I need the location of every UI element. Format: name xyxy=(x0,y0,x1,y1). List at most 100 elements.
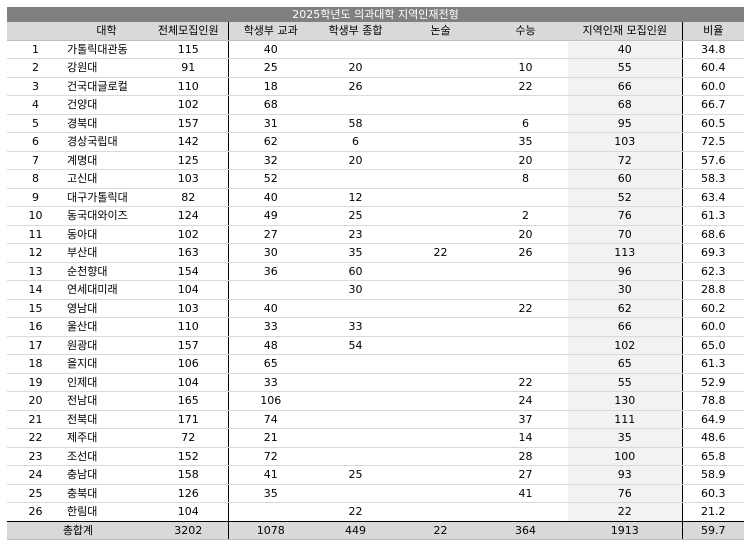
cell-school-record-grades[interactable]: 21 xyxy=(227,428,313,448)
cell-ratio[interactable]: 57.6 xyxy=(682,151,744,170)
cell-csat[interactable]: 20 xyxy=(483,151,568,170)
cell-total-quota[interactable]: 171 xyxy=(149,410,228,429)
cell-school-record-comprehensive[interactable] xyxy=(313,169,398,189)
cell-school-record-comprehensive[interactable]: 20 xyxy=(313,58,398,78)
header-cell-ratio[interactable]: 비율 xyxy=(682,22,744,41)
cell-index[interactable]: 11 xyxy=(7,225,64,244)
cell-school-record-grades[interactable]: 31 xyxy=(227,114,313,133)
cell-university[interactable]: 건국대글로컬 xyxy=(64,77,149,96)
cell-essay[interactable] xyxy=(398,262,483,281)
cell-essay[interactable] xyxy=(398,410,483,429)
cell-csat[interactable]: 26 xyxy=(483,243,568,263)
cell-school-record-grades[interactable]: 27 xyxy=(227,225,313,244)
cell-index[interactable]: 4 xyxy=(7,95,64,115)
cell-total-quota[interactable]: 158 xyxy=(149,465,228,485)
cell-regional-quota[interactable]: 66 xyxy=(568,317,683,337)
cell-total-quota[interactable]: 142 xyxy=(149,132,228,152)
header-cell-regional-quota[interactable]: 지역인재 모집인원 xyxy=(568,22,683,41)
cell-index[interactable]: 23 xyxy=(7,447,64,466)
cell-school-record-comprehensive[interactable] xyxy=(313,428,398,448)
cell-ratio[interactable]: 63.4 xyxy=(682,188,744,207)
header-cell-csat[interactable]: 수능 xyxy=(483,22,568,41)
header-cell-index[interactable] xyxy=(7,22,64,41)
cell-csat[interactable]: 20 xyxy=(483,225,568,244)
cell-school-record-grades[interactable]: 35 xyxy=(227,484,313,503)
cell-university[interactable]: 전북대 xyxy=(64,410,149,429)
cell-university[interactable]: 충남대 xyxy=(64,465,149,485)
header-cell-university[interactable]: 대학 xyxy=(64,22,149,41)
cell-csat[interactable] xyxy=(483,280,568,300)
cell-school-record-comprehensive[interactable] xyxy=(313,484,398,503)
cell-school-record-comprehensive[interactable]: 25 xyxy=(313,206,398,226)
cell-ratio[interactable]: 66.7 xyxy=(682,95,744,115)
cell-regional-quota[interactable]: 103 xyxy=(568,132,683,152)
cell-index[interactable]: 16 xyxy=(7,317,64,337)
cell-regional-quota[interactable]: 66 xyxy=(568,77,683,96)
cell-essay[interactable] xyxy=(398,206,483,226)
cell-university[interactable]: 경북대 xyxy=(64,114,149,133)
cell-index[interactable]: 14 xyxy=(7,280,64,300)
cell-regional-quota[interactable]: 111 xyxy=(568,410,683,429)
cell-essay[interactable] xyxy=(398,114,483,133)
cell-regional-quota[interactable]: 22 xyxy=(568,502,683,522)
header-cell-school-record-grades[interactable]: 학생부 교과 xyxy=(227,22,313,41)
cell-csat[interactable]: 22 xyxy=(483,77,568,96)
cell-school-record-grades[interactable]: 106 xyxy=(227,391,313,411)
cell-school-record-grades[interactable]: 65 xyxy=(227,354,313,374)
cell-total-quota[interactable]: 72 xyxy=(149,428,228,448)
cell-total-quota[interactable]: 110 xyxy=(149,77,228,96)
cell-essay[interactable] xyxy=(398,95,483,115)
cell-total-quota[interactable]: 125 xyxy=(149,151,228,170)
cell-ratio[interactable]: 28.8 xyxy=(682,280,744,300)
header-cell-school-record-comprehensive[interactable]: 학생부 종합 xyxy=(313,22,398,41)
cell-school-record-grades[interactable]: 40 xyxy=(227,188,313,207)
cell-school-record-grades[interactable]: 74 xyxy=(227,410,313,429)
cell-school-record-comprehensive[interactable]: 23 xyxy=(313,225,398,244)
cell-essay[interactable] xyxy=(398,280,483,300)
cell-ratio[interactable]: 34.8 xyxy=(682,40,744,59)
cell-regional-quota[interactable]: 102 xyxy=(568,336,683,355)
cell-school-record-grades[interactable]: 40 xyxy=(227,40,313,59)
cell-regional-quota[interactable]: 93 xyxy=(568,465,683,485)
cell-csat[interactable] xyxy=(483,336,568,355)
cell-total-quota[interactable]: 157 xyxy=(149,336,228,355)
cell-ratio[interactable]: 60.3 xyxy=(682,484,744,503)
cell-csat[interactable]: 8 xyxy=(483,169,568,189)
total-cell-school-record-grades[interactable]: 1078 xyxy=(227,521,313,540)
cell-csat[interactable]: 6 xyxy=(483,114,568,133)
cell-total-quota[interactable]: 165 xyxy=(149,391,228,411)
cell-school-record-comprehensive[interactable] xyxy=(313,391,398,411)
cell-school-record-comprehensive[interactable]: 33 xyxy=(313,317,398,337)
cell-index[interactable]: 24 xyxy=(7,465,64,485)
cell-school-record-grades[interactable]: 68 xyxy=(227,95,313,115)
cell-regional-quota[interactable]: 70 xyxy=(568,225,683,244)
cell-university[interactable]: 가톨릭대관동 xyxy=(64,40,149,59)
cell-total-quota[interactable]: 104 xyxy=(149,280,228,300)
cell-index[interactable]: 18 xyxy=(7,354,64,374)
cell-index[interactable]: 25 xyxy=(7,484,64,503)
cell-csat[interactable]: 28 xyxy=(483,447,568,466)
cell-school-record-comprehensive[interactable]: 58 xyxy=(313,114,398,133)
cell-school-record-comprehensive[interactable] xyxy=(313,299,398,318)
cell-index[interactable]: 2 xyxy=(7,58,64,78)
cell-school-record-grades[interactable]: 32 xyxy=(227,151,313,170)
cell-essay[interactable] xyxy=(398,299,483,318)
cell-school-record-comprehensive[interactable]: 25 xyxy=(313,465,398,485)
cell-university[interactable]: 조선대 xyxy=(64,447,149,466)
cell-school-record-grades[interactable]: 62 xyxy=(227,132,313,152)
cell-total-quota[interactable]: 110 xyxy=(149,317,228,337)
total-cell-csat[interactable]: 364 xyxy=(483,521,568,540)
cell-university[interactable]: 원광대 xyxy=(64,336,149,355)
cell-school-record-comprehensive[interactable]: 54 xyxy=(313,336,398,355)
cell-school-record-comprehensive[interactable] xyxy=(313,410,398,429)
cell-ratio[interactable]: 52.9 xyxy=(682,373,744,392)
cell-total-quota[interactable]: 103 xyxy=(149,299,228,318)
cell-total-quota[interactable]: 163 xyxy=(149,243,228,263)
cell-university[interactable]: 건양대 xyxy=(64,95,149,115)
cell-total-quota[interactable]: 157 xyxy=(149,114,228,133)
cell-index[interactable]: 12 xyxy=(7,243,64,263)
cell-csat[interactable]: 35 xyxy=(483,132,568,152)
cell-ratio[interactable]: 60.4 xyxy=(682,58,744,78)
cell-index[interactable]: 13 xyxy=(7,262,64,281)
cell-total-quota[interactable]: 154 xyxy=(149,262,228,281)
